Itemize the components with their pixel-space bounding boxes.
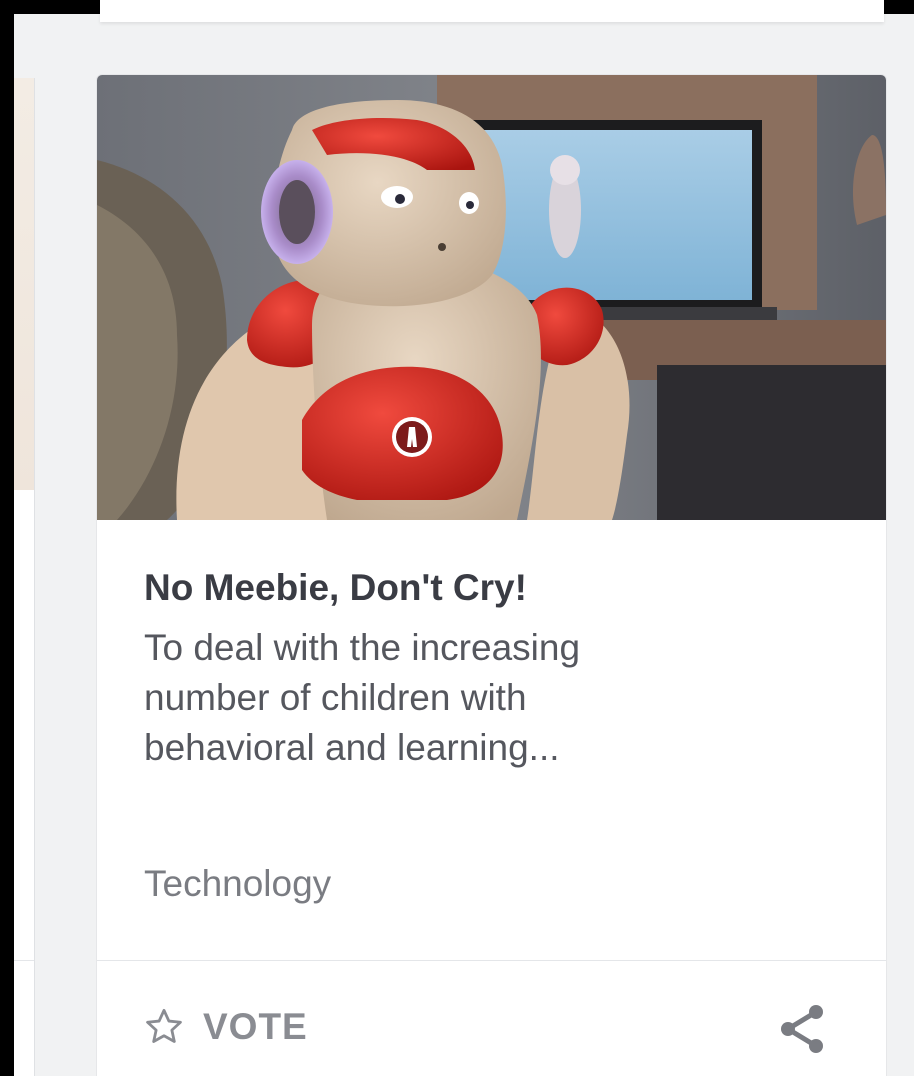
- vote-label: VOTE: [203, 1006, 308, 1047]
- share-button[interactable]: [772, 997, 836, 1061]
- project-category[interactable]: Technology: [144, 863, 331, 905]
- previous-card-divider: [14, 960, 34, 961]
- star-outline-icon: [146, 1008, 182, 1043]
- project-card[interactable]: No Meebie, Don't Cry! To deal with the i…: [97, 75, 886, 1076]
- project-description-line-2: number of children with: [144, 677, 527, 718]
- previous-card-image: [14, 78, 34, 490]
- project-title[interactable]: No Meebie, Don't Cry!: [144, 567, 527, 609]
- project-description-line-1: To deal with the increasing: [144, 627, 581, 668]
- card-footer-divider: [97, 960, 886, 961]
- previous-card-edge[interactable]: [14, 78, 35, 1076]
- project-description: To deal with the increasing number of ch…: [144, 623, 844, 773]
- header-strip: [100, 0, 884, 22]
- share-icon: [781, 1005, 823, 1053]
- left-frame: [0, 0, 14, 1076]
- project-description-line-3: behavioral and learning...: [144, 727, 560, 768]
- page-viewport: No Meebie, Don't Cry! To deal with the i…: [0, 0, 914, 1076]
- vote-button[interactable]: VOTE: [143, 997, 308, 1057]
- project-card-image[interactable]: [97, 75, 886, 520]
